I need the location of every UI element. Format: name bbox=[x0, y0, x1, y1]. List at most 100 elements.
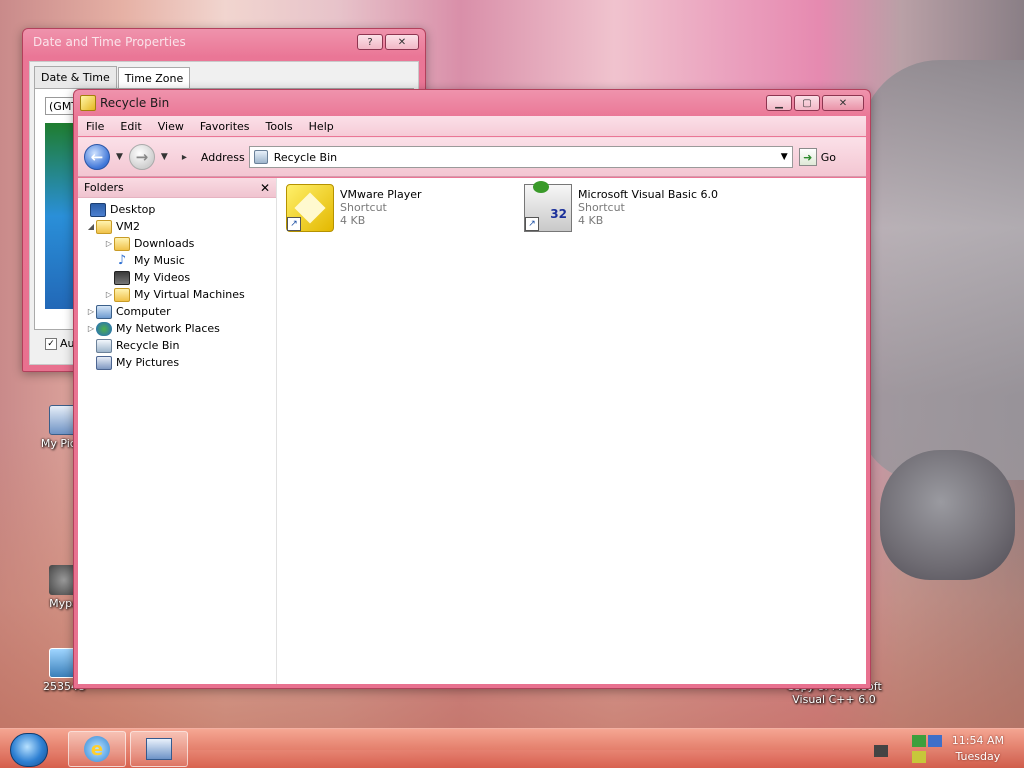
address-value: Recycle Bin bbox=[273, 150, 338, 164]
tree-item-downloads[interactable]: ▷ Downloads bbox=[104, 235, 194, 252]
tab-time-zone[interactable]: Time Zone bbox=[117, 67, 191, 89]
network-tray-icon[interactable] bbox=[912, 735, 926, 747]
minimize-button[interactable]: ▁ bbox=[766, 95, 792, 111]
keyboard-icon[interactable] bbox=[874, 745, 888, 757]
badge-32: 32 bbox=[550, 207, 567, 221]
forward-history-dropdown[interactable]: ▼ bbox=[161, 152, 168, 162]
internet-explorer-icon: e bbox=[84, 736, 110, 762]
tree-expander[interactable]: ▷ bbox=[104, 290, 114, 299]
wallpaper-cat bbox=[860, 60, 1024, 480]
file-details: Microsoft Visual Basic 6.0 Shortcut 4 KB bbox=[578, 184, 718, 232]
tree-item-label: My Pictures bbox=[116, 356, 180, 369]
title-bar[interactable]: Recycle Bin ▁ ▢ ✕ bbox=[74, 90, 870, 116]
file-list: ↗ VMware Player Shortcut 4 KB 32 ↗ Micro… bbox=[278, 178, 866, 684]
start-button[interactable] bbox=[10, 733, 48, 767]
desktop-icon bbox=[90, 202, 106, 217]
explorer-content: Folders ✕ Desktop ◢ VM2 ▷ Downloads ♪ My… bbox=[78, 178, 866, 684]
chevron-right-icon[interactable]: ▸ bbox=[182, 152, 187, 163]
file-name: VMware Player bbox=[340, 188, 422, 201]
back-history-dropdown[interactable]: ▼ bbox=[116, 152, 123, 162]
forward-button[interactable]: → bbox=[128, 144, 155, 170]
menu-edit[interactable]: Edit bbox=[112, 120, 149, 133]
close-icon[interactable]: ✕ bbox=[260, 181, 270, 195]
back-arrow-icon: ← bbox=[90, 148, 104, 166]
go-arrow-icon: ➜ bbox=[798, 148, 817, 166]
file-item-visual-basic[interactable]: 32 ↗ Microsoft Visual Basic 6.0 Shortcut… bbox=[524, 181, 718, 232]
file-name: Microsoft Visual Basic 6.0 bbox=[578, 188, 719, 201]
tree-item-computer[interactable]: ▷ Computer bbox=[86, 303, 171, 320]
tree-item-my-virtual-machines[interactable]: ▷ My Virtual Machines bbox=[104, 286, 245, 303]
auto-dst-checkbox[interactable]: ✓ bbox=[45, 337, 57, 350]
recycle-bin-window[interactable]: Recycle Bin ▁ ▢ ✕ File Edit View Favorit… bbox=[73, 89, 871, 689]
toolbar: ← ▼ → ▼ ▸ Address Recycle Bin ▼ ➜ Go bbox=[78, 137, 866, 177]
security-tray-icon[interactable] bbox=[912, 751, 926, 763]
window-title: Date and Time Properties bbox=[33, 35, 186, 49]
go-button[interactable]: ➜ Go bbox=[798, 148, 836, 166]
tree-item-label: Downloads bbox=[134, 237, 195, 250]
taskbar-internet-explorer[interactable]: e bbox=[68, 731, 126, 767]
tab-strip: Date & Time Time Zone bbox=[30, 62, 418, 89]
title-bar[interactable]: Date and Time Properties ? ✕ bbox=[23, 29, 425, 55]
window-title: Recycle Bin bbox=[100, 96, 170, 110]
recycle-bin-icon bbox=[96, 338, 112, 353]
back-button[interactable]: ← bbox=[84, 144, 110, 170]
clock-time: 11:54 AM bbox=[951, 734, 1004, 747]
tree-item-label: My Network Places bbox=[116, 322, 220, 335]
menu-favorites[interactable]: Favorites bbox=[192, 120, 258, 133]
menu-file[interactable]: File bbox=[78, 120, 112, 133]
menu-help[interactable]: Help bbox=[301, 120, 342, 133]
file-type: Shortcut bbox=[340, 201, 387, 214]
tree-item-recycle-bin[interactable]: Recycle Bin bbox=[86, 337, 179, 354]
tree-item-label: My Videos bbox=[134, 271, 191, 284]
tree-item-desktop[interactable]: Desktop bbox=[80, 201, 155, 218]
tree-expander[interactable]: ▷ bbox=[104, 239, 114, 248]
chevron-down-icon[interactable]: ▼ bbox=[781, 152, 788, 162]
visual-basic-icon: 32 ↗ bbox=[524, 181, 572, 232]
tree-item-label: Computer bbox=[116, 305, 171, 318]
music-note-icon: ♪ bbox=[117, 252, 127, 268]
taskbar-windows-explorer[interactable] bbox=[130, 731, 188, 767]
auto-dst-checkbox-row[interactable]: ✓ Au bbox=[45, 337, 75, 350]
tree-item-label: VM2 bbox=[116, 220, 141, 233]
network-icon bbox=[96, 321, 112, 336]
menu-view[interactable]: View bbox=[150, 120, 192, 133]
folders-pane-header: Folders ✕ bbox=[78, 178, 276, 198]
file-type: Shortcut bbox=[578, 201, 625, 214]
address-label: Address bbox=[200, 150, 245, 164]
tree-item-vm2[interactable]: ◢ VM2 bbox=[86, 218, 140, 235]
taskbar: e 11:54 AM Tuesday bbox=[0, 728, 1024, 768]
tree-item-my-network-places[interactable]: ▷ My Network Places bbox=[86, 320, 220, 337]
menu-bar: File Edit View Favorites Tools Help bbox=[78, 116, 866, 136]
caption-buttons: ▁ ▢ ✕ bbox=[766, 95, 864, 111]
file-size: 4 KB bbox=[340, 214, 366, 227]
tree-expander[interactable]: ▷ bbox=[86, 324, 96, 333]
tree-item-label: My Virtual Machines bbox=[134, 288, 245, 301]
folders-pane: Folders ✕ Desktop ◢ VM2 ▷ Downloads ♪ My… bbox=[78, 178, 277, 684]
folder-icon bbox=[114, 236, 130, 251]
tree-item-label: Recycle Bin bbox=[116, 339, 180, 352]
wallpaper-cat-paw bbox=[880, 450, 1015, 580]
tree-item-my-videos[interactable]: My Videos bbox=[104, 269, 190, 286]
help-button[interactable]: ? bbox=[357, 34, 383, 50]
folders-title: Folders bbox=[84, 181, 124, 194]
maximize-button[interactable]: ▢ bbox=[794, 95, 820, 111]
clock[interactable]: 11:54 AM Tuesday bbox=[952, 733, 1004, 765]
close-button[interactable]: ✕ bbox=[385, 34, 419, 50]
address-bar[interactable]: Recycle Bin ▼ bbox=[248, 146, 793, 168]
tab-date-time[interactable]: Date & Time bbox=[34, 66, 117, 88]
file-size: 4 KB bbox=[578, 214, 604, 227]
close-button[interactable]: ✕ bbox=[822, 95, 864, 111]
tree-item-my-pictures[interactable]: My Pictures bbox=[86, 354, 179, 371]
monitor-tray-icon[interactable] bbox=[928, 735, 942, 747]
file-item-vmware-player[interactable]: ↗ VMware Player Shortcut 4 KB bbox=[286, 184, 422, 232]
film-icon bbox=[114, 270, 130, 285]
recycle-bin-icon bbox=[253, 150, 268, 164]
clock-day: Tuesday bbox=[955, 750, 1001, 763]
tree-expander[interactable]: ▷ bbox=[86, 307, 96, 316]
file-details: VMware Player Shortcut 4 KB bbox=[340, 184, 422, 232]
menu-tools[interactable]: Tools bbox=[258, 120, 301, 133]
explorer-icon bbox=[146, 738, 172, 760]
tree-item-my-music[interactable]: ♪ My Music bbox=[104, 252, 185, 269]
tree-expander[interactable]: ◢ bbox=[86, 222, 96, 231]
pictures-icon bbox=[96, 355, 112, 370]
